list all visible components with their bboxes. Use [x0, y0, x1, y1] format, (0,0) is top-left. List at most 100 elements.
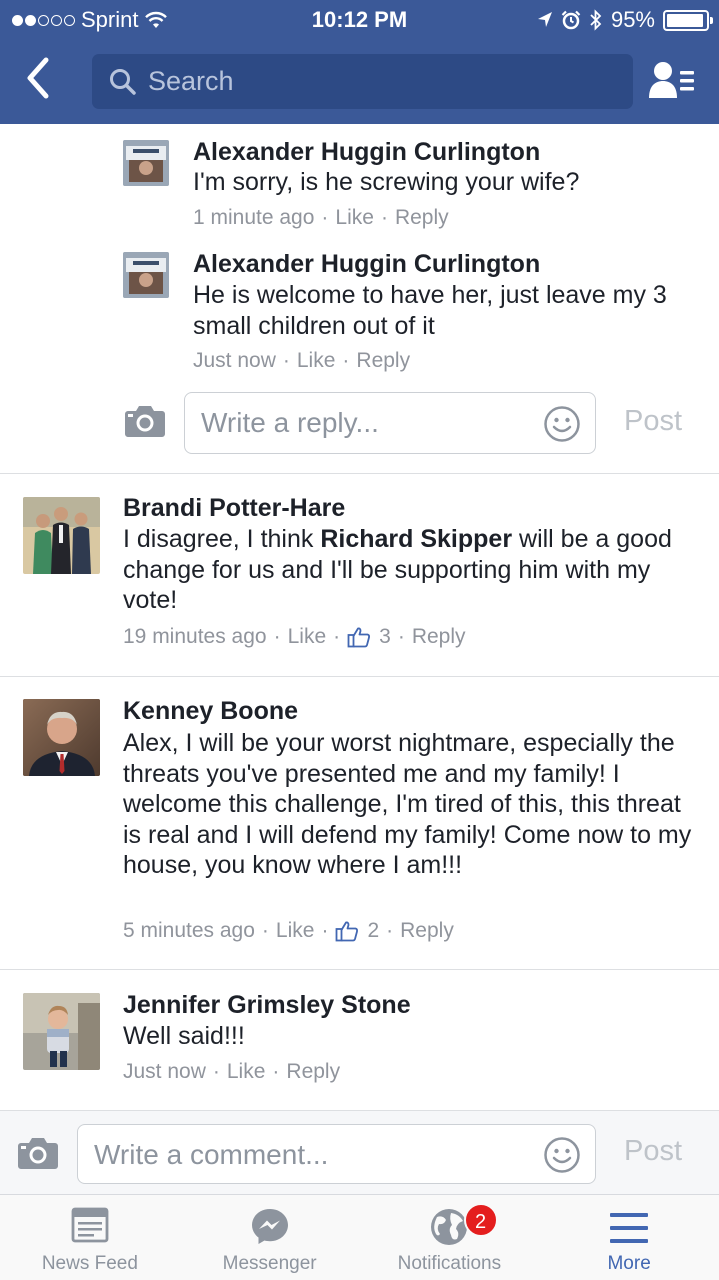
tab-label: Notifications	[397, 1253, 502, 1274]
tab-label: Messenger	[222, 1253, 317, 1274]
top-bar: Sprint 10:12 PM 95%	[0, 0, 719, 124]
separator-dot: ·	[273, 625, 281, 648]
tab-messenger[interactable]: Messenger	[180, 1195, 360, 1280]
comment-time[interactable]: Just now	[123, 1060, 206, 1084]
comment-item: Kenney Boone Alex, I will be your worst …	[0, 677, 719, 969]
separator-dot: ·	[321, 919, 329, 942]
comment-meta: Just now · Like · Reply	[123, 1060, 340, 1084]
reply-link[interactable]: Reply	[400, 919, 454, 943]
avatar[interactable]	[23, 699, 100, 776]
reply-link[interactable]: Reply	[395, 206, 449, 230]
reply-camera-button[interactable]	[124, 404, 166, 443]
comment-text: Alex, I will be your worst nightmare, es…	[123, 729, 692, 879]
reply-link[interactable]: Reply	[356, 349, 410, 373]
alarm-icon	[561, 10, 581, 30]
reply-input[interactable]	[201, 393, 531, 453]
separator-dot: ·	[272, 1060, 280, 1083]
thumbs-up-icon	[347, 627, 371, 648]
battery-percent: 95%	[610, 7, 655, 32]
emoji-icon[interactable]	[543, 1136, 581, 1174]
thumbs-up-icon	[336, 921, 359, 942]
comment-meta: 5 minutes ago · Like · 2 · Reply	[123, 919, 454, 943]
tab-label: News Feed	[41, 1253, 138, 1274]
comment-text: He is welcome to have her, just leave my…	[193, 281, 667, 340]
bluetooth-icon	[590, 9, 602, 31]
separator-dot: ·	[321, 206, 329, 229]
tab-more[interactable]: More	[539, 1195, 719, 1280]
like-link[interactable]: Like	[276, 919, 315, 943]
separator-dot: ·	[261, 919, 269, 942]
search-input[interactable]	[148, 54, 608, 109]
separator-dot: ·	[342, 349, 350, 372]
back-button[interactable]	[22, 56, 62, 106]
messenger-icon	[251, 1209, 288, 1244]
like-count[interactable]: 2	[335, 919, 379, 943]
status-right: 95%	[537, 7, 713, 33]
comment-input-box[interactable]	[77, 1124, 596, 1185]
camera-icon	[18, 1138, 58, 1169]
friend-list-icon	[649, 62, 694, 98]
tab-label: More	[607, 1253, 651, 1274]
avatar[interactable]	[23, 497, 100, 574]
like-count-value: 3	[379, 625, 391, 648]
separator-dot: ·	[380, 206, 388, 229]
like-link[interactable]: Like	[227, 1060, 266, 1084]
separator-dot: ·	[212, 1060, 220, 1083]
separator-dot: ·	[386, 919, 394, 942]
avatar[interactable]	[123, 252, 169, 298]
comment-time[interactable]: 5 minutes ago	[123, 919, 255, 943]
like-count-value: 2	[367, 919, 380, 942]
avatar[interactable]	[23, 993, 100, 1070]
reply-item: Alexander Huggin Curlington He is welcom…	[0, 244, 719, 384]
tab-news-feed[interactable]: News Feed	[0, 1195, 180, 1280]
comment-composer: Post	[0, 1110, 719, 1194]
notification-badge: 2	[463, 1203, 498, 1237]
comment-meta: 19 minutes ago · Like · 3 · Reply	[123, 625, 466, 649]
tab-bar: News Feed Messenger 2 Notifications More	[0, 1194, 719, 1280]
reply-link[interactable]: Reply	[412, 625, 466, 649]
friend-requests-button[interactable]	[648, 60, 698, 105]
separator-dot: ·	[333, 625, 341, 648]
like-link[interactable]: Like	[335, 206, 374, 230]
status-bar: Sprint 10:12 PM 95%	[0, 0, 719, 40]
reply-item: Alexander Huggin Curlington I'm sorry, i…	[0, 124, 719, 244]
commenter-name[interactable]: Jennifer Grimsley Stone	[123, 991, 411, 1020]
globe-icon	[431, 1209, 468, 1245]
separator-dot: ·	[397, 625, 405, 648]
comment-time[interactable]: Just now	[193, 349, 276, 373]
reply-post-button[interactable]: Post	[624, 405, 682, 438]
commenter-name[interactable]: Alexander Huggin Curlington	[193, 250, 540, 279]
camera-icon	[125, 406, 165, 437]
comment-input[interactable]	[94, 1125, 534, 1185]
comment-time[interactable]: 1 minute ago	[193, 206, 314, 230]
comment-text-part: I disagree, I think	[123, 525, 321, 553]
comment-item: Jennifer Grimsley Stone Well said!!! Jus…	[0, 970, 719, 1110]
commenter-name[interactable]: Brandi Potter-Hare	[123, 494, 345, 523]
commenter-name[interactable]: Alexander Huggin Curlington	[193, 138, 540, 167]
search-bar[interactable]	[92, 54, 633, 109]
comment-item: Brandi Potter-Hare I disagree, I think R…	[0, 474, 719, 675]
commenter-name[interactable]: Kenney Boone	[123, 697, 298, 726]
battery-icon	[663, 9, 713, 31]
comment-text: I disagree, I think Richard Skipper will…	[123, 524, 708, 616]
like-link[interactable]: Like	[297, 349, 336, 373]
chevron-left-icon	[27, 57, 49, 99]
location-arrow-icon	[537, 12, 552, 27]
separator-dot: ·	[282, 349, 290, 372]
like-count[interactable]: 3	[347, 625, 391, 649]
emoji-icon[interactable]	[543, 405, 581, 443]
comment-meta: 1 minute ago · Like · Reply	[193, 206, 449, 230]
comment-camera-button[interactable]	[17, 1136, 59, 1175]
news-feed-icon	[71, 1207, 109, 1243]
avatar[interactable]	[123, 140, 169, 186]
search-icon	[110, 69, 136, 95]
menu-icon	[610, 1213, 649, 1243]
tab-notifications[interactable]: 2 Notifications	[360, 1195, 540, 1280]
comment-time[interactable]: 19 minutes ago	[123, 625, 267, 649]
mention-link[interactable]: Richard Skipper	[320, 525, 512, 553]
like-link[interactable]: Like	[288, 625, 327, 649]
comment-text: I'm sorry, is he screwing your wife?	[193, 168, 580, 196]
reply-input-box[interactable]	[184, 392, 596, 454]
comment-post-button[interactable]: Post	[624, 1135, 682, 1168]
reply-link[interactable]: Reply	[286, 1060, 340, 1084]
